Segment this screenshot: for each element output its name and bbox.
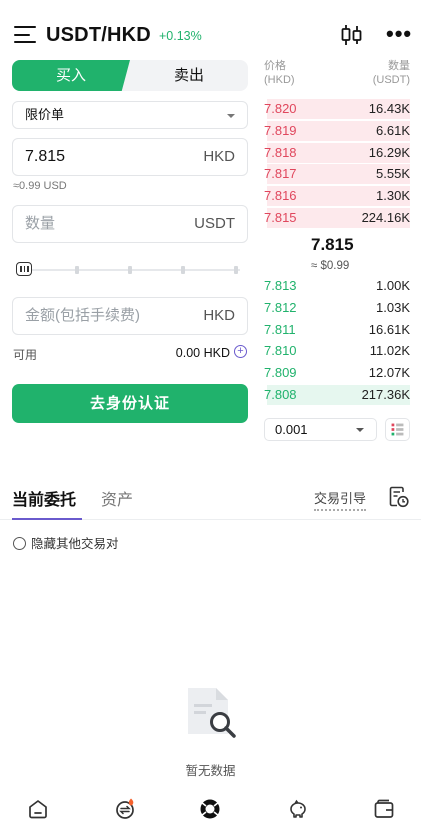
tab-open-orders[interactable]: 当前委托 <box>12 486 76 510</box>
earn-piggy-icon[interactable] <box>287 798 309 820</box>
order-price: 7.809 <box>264 365 297 381</box>
ask-row[interactable]: 7.819 6.61K <box>264 120 410 142</box>
order-quantity: 16.43K <box>368 101 410 116</box>
trading-pair-title[interactable]: USDT/HKD <box>46 24 151 47</box>
chevron-down-icon <box>356 428 364 432</box>
price-input[interactable]: 7.815 HKD <box>12 138 248 176</box>
order-price: 7.810 <box>264 343 297 359</box>
order-type-select[interactable]: 限价单 <box>12 101 248 129</box>
tab-sell[interactable]: 卖出 <box>130 60 248 91</box>
quantity-unit: USDT <box>194 215 235 232</box>
order-price: 7.819 <box>264 122 297 138</box>
amount-placeholder: 金额(包括手续费) <box>25 307 140 324</box>
wallet-icon[interactable] <box>373 798 395 820</box>
verify-identity-button[interactable]: 去身份认证 <box>12 384 248 423</box>
depth-precision-select[interactable]: 0.001 <box>264 418 377 441</box>
bid-row[interactable]: 7.809 12.07K <box>264 362 410 384</box>
chevron-down-icon <box>227 114 235 118</box>
empty-document-search-icon <box>188 688 236 738</box>
order-type-label: 限价单 <box>25 107 65 122</box>
order-quantity: 6.61K <box>376 122 410 138</box>
buy-sell-tabs: 买入 卖出 <box>12 60 248 91</box>
order-price: 7.818 <box>264 144 297 160</box>
ask-row[interactable]: 7.817 5.55K <box>264 163 410 185</box>
ask-row[interactable]: 7.818 16.29K <box>264 142 410 164</box>
ask-row[interactable]: 7.815 224.16K <box>264 207 410 229</box>
order-quantity: 217.36K <box>361 387 410 402</box>
price-value: 7.815 <box>25 148 66 165</box>
trading-guide-link[interactable]: 交易引导 <box>314 488 367 511</box>
amount-input[interactable]: 金额(包括手续费) HKD <box>12 297 248 335</box>
order-quantity: 16.61K <box>368 321 410 337</box>
last-price-usd: ≈ $0.99 <box>311 260 350 272</box>
home-icon[interactable] <box>27 798 49 820</box>
price-unit: HKD <box>203 148 235 165</box>
order-price: 7.813 <box>264 278 297 293</box>
empty-state-text: 暂无数据 <box>185 764 236 778</box>
depth-precision-value: 0.001 <box>275 422 308 437</box>
quantity-input[interactable]: 数量 USDT <box>12 205 248 243</box>
top-bar: USDT/HKD +0.13% ••• <box>0 0 421 60</box>
ask-row[interactable]: 7.816 1.30K <box>264 185 410 207</box>
add-funds-icon[interactable]: + <box>234 345 247 358</box>
amount-unit: HKD <box>203 307 235 324</box>
order-price: 7.820 <box>264 101 297 116</box>
menu-icon[interactable] <box>14 26 36 44</box>
bid-row[interactable]: 7.810 11.02K <box>264 340 410 362</box>
available-balance: 0.00 HKD <box>175 346 230 360</box>
slider-step-25[interactable] <box>75 266 79 274</box>
slider-step-75[interactable] <box>181 266 185 274</box>
orderbook-price-header: 价格 (HKD) <box>264 60 295 86</box>
bid-row[interactable]: 7.813 1.00K <box>264 275 410 297</box>
radio-unchecked-icon[interactable] <box>13 537 26 550</box>
order-quantity: 5.55K <box>376 166 410 182</box>
available-label: 可用 <box>13 348 38 362</box>
bottom-navigation <box>0 790 421 826</box>
price-usd-estimate: ≈0.99 USD <box>13 180 67 192</box>
order-price: 7.812 <box>264 299 297 315</box>
candlestick-icon[interactable] <box>341 24 363 46</box>
more-options-icon[interactable]: ••• <box>386 23 412 45</box>
order-price: 7.808 <box>264 387 297 402</box>
order-quantity: 1.00K <box>376 278 410 293</box>
order-quantity: 11.02K <box>369 343 410 359</box>
order-quantity: 1.03K <box>376 299 410 315</box>
last-price: 7.815 <box>311 235 354 254</box>
tab-buy[interactable]: 买入 <box>12 60 130 91</box>
ask-row[interactable]: 7.820 16.43K <box>264 98 410 120</box>
bid-row[interactable]: 7.812 1.03K <box>264 297 410 319</box>
active-tab-indicator <box>12 518 82 520</box>
hide-other-pairs-label: 隐藏其他交易对 <box>31 537 119 551</box>
order-quantity: 1.30K <box>376 188 410 204</box>
slider-handle[interactable] <box>16 262 32 276</box>
bid-row[interactable]: 7.808 217.36K <box>264 384 410 406</box>
slider-step-50[interactable] <box>128 266 132 274</box>
bid-row[interactable]: 7.811 16.61K <box>264 319 410 341</box>
hide-other-pairs-toggle[interactable]: 隐藏其他交易对 <box>13 533 119 552</box>
trade-icon[interactable] <box>199 798 221 820</box>
orders-tabs: 当前委托 资产 交易引导 <box>0 480 421 520</box>
order-price: 7.815 <box>264 210 297 225</box>
order-quantity: 224.16K <box>361 210 410 225</box>
order-quantity: 12.07K <box>368 365 410 381</box>
order-price: 7.811 <box>264 321 296 337</box>
amount-slider[interactable] <box>16 262 240 278</box>
tab-assets[interactable]: 资产 <box>101 486 133 510</box>
orderbook-layout-icon[interactable] <box>385 418 410 441</box>
order-price: 7.816 <box>264 188 297 204</box>
order-price: 7.817 <box>264 166 297 182</box>
price-change-percent: +0.13% <box>159 29 202 43</box>
order-history-icon[interactable] <box>389 486 409 508</box>
orderbook-qty-header: 数量 (USDT) <box>372 60 410 86</box>
slider-step-100[interactable] <box>234 266 238 274</box>
exchange-icon[interactable] <box>114 798 136 820</box>
order-quantity: 16.29K <box>368 144 410 160</box>
quantity-placeholder: 数量 <box>25 215 56 232</box>
